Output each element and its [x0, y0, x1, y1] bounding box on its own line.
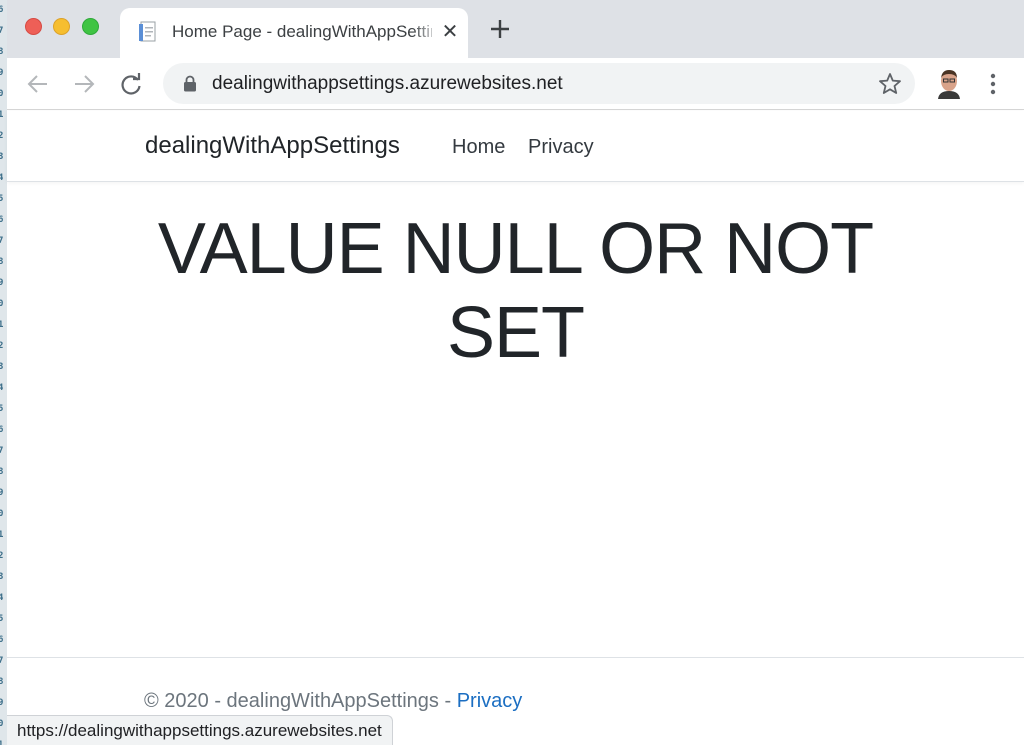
- page-favicon-icon: [139, 21, 156, 42]
- forward-arrow-icon[interactable]: [70, 70, 98, 98]
- active-tab[interactable]: Home Page - dealingWithAppSettings ✕: [120, 8, 468, 58]
- tab-strip: Home Page - dealingWithAppSettings ✕: [7, 0, 1024, 58]
- profile-avatar[interactable]: [934, 67, 964, 99]
- link-status-bubble: https://dealingwithappsettings.azurewebs…: [7, 715, 393, 745]
- page-headline: VALUE NULL OR NOT SET: [157, 209, 874, 373]
- reload-icon[interactable]: [117, 70, 145, 98]
- web-page: dealingWithAppSettings Home Privacy VALU…: [7, 111, 1024, 745]
- tab-close-icon[interactable]: ✕: [438, 20, 462, 44]
- address-bar[interactable]: dealingwithappsettings.azurewebsites.net: [163, 63, 915, 104]
- footer-copyright: © 2020 - dealingWithAppSettings -: [144, 690, 457, 712]
- browser-window: Home Page - dealingWithAppSettings ✕ dea…: [7, 0, 1024, 745]
- site-navbar: dealingWithAppSettings Home Privacy: [7, 111, 1024, 182]
- browser-menu-icon[interactable]: [981, 70, 1005, 98]
- nav-link-home[interactable]: Home: [452, 136, 505, 159]
- site-brand-link[interactable]: dealingWithAppSettings: [145, 132, 400, 160]
- footer-divider: [7, 657, 1024, 658]
- new-tab-icon[interactable]: [487, 16, 513, 42]
- browser-toolbar: dealingwithappsettings.azurewebsites.net: [7, 58, 1024, 110]
- nav-link-privacy[interactable]: Privacy: [528, 136, 594, 159]
- window-close-button[interactable]: [25, 18, 42, 35]
- window-maximize-button[interactable]: [82, 18, 99, 35]
- tab-title: Home Page - dealingWithAppSettings: [172, 22, 432, 41]
- bookmark-star-icon[interactable]: [877, 71, 903, 97]
- background-editor-gutter: 678901234567890123456789012345678901: [0, 0, 7, 745]
- back-arrow-icon[interactable]: [24, 70, 52, 98]
- url-text: dealingwithappsettings.azurewebsites.net: [212, 73, 563, 94]
- screen: 678901234567890123456789012345678901 Hom…: [0, 0, 1024, 745]
- lock-icon[interactable]: [183, 75, 197, 92]
- window-minimize-button[interactable]: [53, 18, 70, 35]
- site-footer: © 2020 - dealingWithAppSettings - Privac…: [144, 690, 522, 713]
- footer-privacy-link[interactable]: Privacy: [457, 690, 523, 712]
